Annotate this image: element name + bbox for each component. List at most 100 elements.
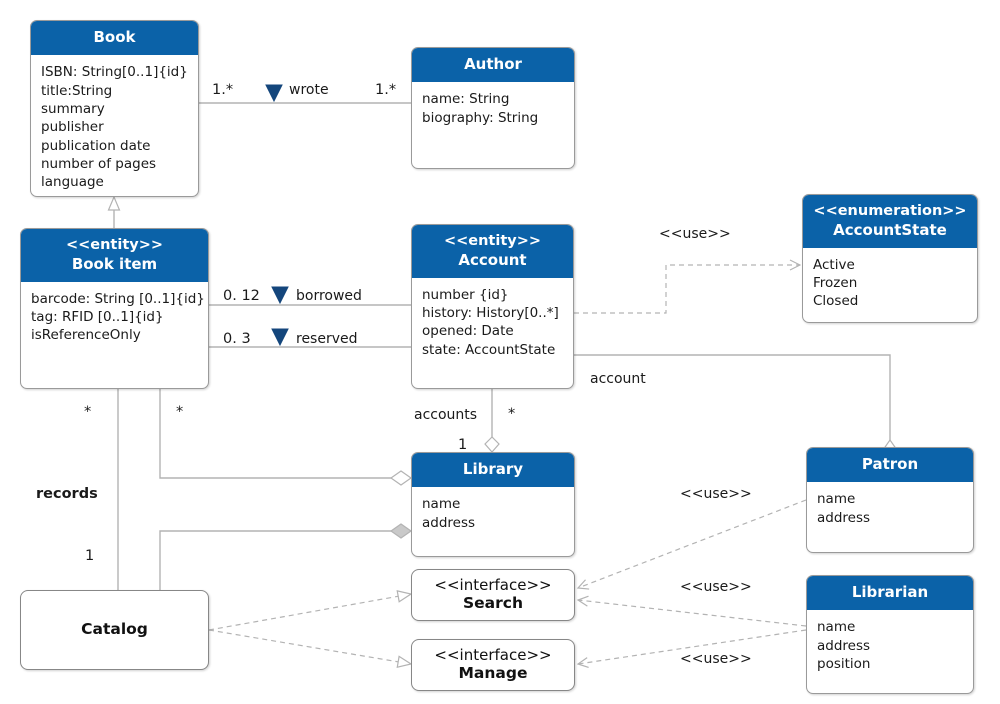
class-library[interactable]: Library name address [411, 452, 575, 557]
class-book-attributes: ISBN: String[0..1]{id} title:String summ… [31, 55, 198, 196]
label-use-librarian-manage: <<use>> [680, 651, 752, 667]
label-records-multiplicity-one: 1 [85, 548, 95, 564]
class-library-name: Library [462, 460, 524, 478]
attribute: name [422, 496, 461, 513]
class-catalog[interactable]: Catalog [20, 590, 209, 670]
interface-manage-stereotype: <<interface>> [434, 646, 552, 665]
class-author-attributes: name: String biography: String [412, 82, 574, 133]
label-records-role: records [36, 486, 98, 502]
class-book-name: Book [93, 28, 136, 46]
class-book-header: Book [31, 21, 198, 56]
attribute: name: String [422, 91, 510, 108]
enumeration-account-state-header: <<enumeration>> AccountState [803, 195, 977, 248]
attribute: ISBN: String[0..1]{id} [41, 64, 188, 81]
label-use-accountstate: <<use>> [659, 226, 731, 242]
class-patron[interactable]: Patron name address [806, 447, 974, 553]
attribute: isReferenceOnly [31, 327, 141, 344]
interface-search-name: Search [462, 594, 523, 613]
attribute: state: AccountState [422, 341, 556, 358]
edge-catalog-library [159, 530, 411, 590]
library-catalog-composition-diamond [389, 523, 413, 539]
attribute: address [422, 514, 476, 531]
edge-account-use-accountstate [574, 265, 800, 314]
label-wrote-name: wrote [289, 82, 329, 98]
class-book[interactable]: Book ISBN: String[0..1]{id} title:String… [30, 20, 199, 197]
class-catalog-name: Catalog [81, 620, 148, 639]
attribute: publication date [41, 137, 151, 154]
label-wrote-target-multiplicity: 1.* [375, 82, 397, 98]
label-wrote-source-multiplicity: 1.* [212, 82, 234, 98]
class-account[interactable]: <<entity>> Account number {id} history: … [411, 224, 574, 389]
enum-literal: Closed [813, 293, 859, 310]
class-library-header: Library [412, 453, 574, 488]
enum-literal: Frozen [813, 275, 858, 292]
label-accounts-multiplicity-one: 1 [458, 437, 468, 453]
label-account-role: account [590, 371, 646, 387]
class-account-header: <<entity>> Account [412, 225, 573, 278]
enumeration-account-state[interactable]: <<enumeration>> AccountState Active Froz… [802, 194, 978, 323]
attribute: barcode: String [0..1]{id} [31, 290, 205, 307]
label-reserved-name: reserved [296, 331, 358, 347]
label-accounts-multiplicity-many: * [508, 406, 516, 422]
attribute: number {id} [422, 286, 509, 303]
interface-manage-name: Manage [458, 664, 528, 683]
library-bookitem-aggregation-diamond [389, 470, 413, 486]
attribute: address [817, 509, 871, 526]
class-author-header: Author [412, 48, 574, 83]
interface-manage[interactable]: <<interface>> Manage [411, 639, 575, 691]
class-library-attributes: name address [412, 487, 574, 538]
attribute: title:String [41, 82, 113, 99]
attribute: biography: String [422, 109, 539, 126]
attribute: address [817, 637, 871, 654]
attribute: history: History[0..*] [422, 305, 559, 322]
attribute: name [817, 619, 856, 636]
enumeration-account-state-name: AccountState [833, 220, 947, 239]
class-book-item-name: Book item [71, 254, 158, 273]
edge-account-account-patron [574, 354, 891, 440]
class-patron-header: Patron [807, 448, 973, 483]
class-author[interactable]: Author name: String biography: String [411, 47, 575, 169]
edge-librarian-use-search [578, 600, 807, 627]
class-librarian-name: Librarian [851, 583, 929, 601]
edge-catalog-realizes-manage [208, 629, 413, 669]
enumeration-account-state-literals: Active Frozen Closed [803, 248, 977, 317]
class-account-attributes: number {id} history: History[0..*] opene… [412, 278, 573, 365]
reserved-navigation-arrow [271, 328, 289, 347]
label-reserved-multiplicity: 0. 3 [223, 331, 251, 347]
label-borrowed-multiplicity: 0. 12 [223, 288, 260, 304]
attribute: language [41, 174, 104, 191]
borrowed-navigation-arrow [271, 286, 289, 305]
label-accounts-role: accounts [414, 407, 478, 423]
class-book-item-header: <<entity>> Book item [21, 229, 208, 282]
class-account-name: Account [458, 250, 527, 269]
interface-search-stereotype: <<interface>> [434, 576, 552, 595]
uml-class-diagram: Author (1.*) : association with filled n… [0, 0, 1000, 704]
class-book-item-stereotype: <<entity>> [65, 237, 164, 253]
class-patron-attributes: name address [807, 482, 973, 533]
label-use-patron-search: <<use>> [680, 486, 752, 502]
edge-catalog-realizes-search [208, 590, 413, 631]
edge-patron-use-search [578, 499, 807, 588]
class-author-name: Author [464, 55, 522, 73]
attribute: summary [41, 100, 105, 117]
label-bookitem-library-multiplicity: * [176, 404, 184, 420]
class-patron-name: Patron [861, 455, 919, 473]
attribute: number of pages [41, 155, 157, 172]
enumeration-account-state-stereotype: <<enumeration>> [813, 203, 967, 219]
attribute: opened: Date [422, 323, 514, 340]
library-accounts-aggregation-diamond [484, 436, 500, 453]
enum-literal: Active [813, 256, 855, 273]
attribute: position [817, 655, 871, 672]
class-book-item-attributes: barcode: String [0..1]{id} tag: RFID [0.… [21, 282, 208, 351]
label-use-librarian-search: <<use>> [680, 579, 752, 595]
class-account-stereotype: <<entity>> [443, 233, 542, 249]
class-book-item[interactable]: <<entity>> Book item barcode: String [0.… [20, 228, 209, 389]
attribute: publisher [41, 119, 104, 136]
interface-search[interactable]: <<interface>> Search [411, 569, 575, 621]
class-librarian[interactable]: Librarian name address position [806, 575, 974, 694]
label-records-multiplicity-many: * [84, 404, 92, 420]
class-librarian-attributes: name address position [807, 610, 973, 679]
attribute: name [817, 491, 856, 508]
edge-bookitem-library [159, 389, 411, 479]
wrote-navigation-arrow [265, 84, 283, 103]
